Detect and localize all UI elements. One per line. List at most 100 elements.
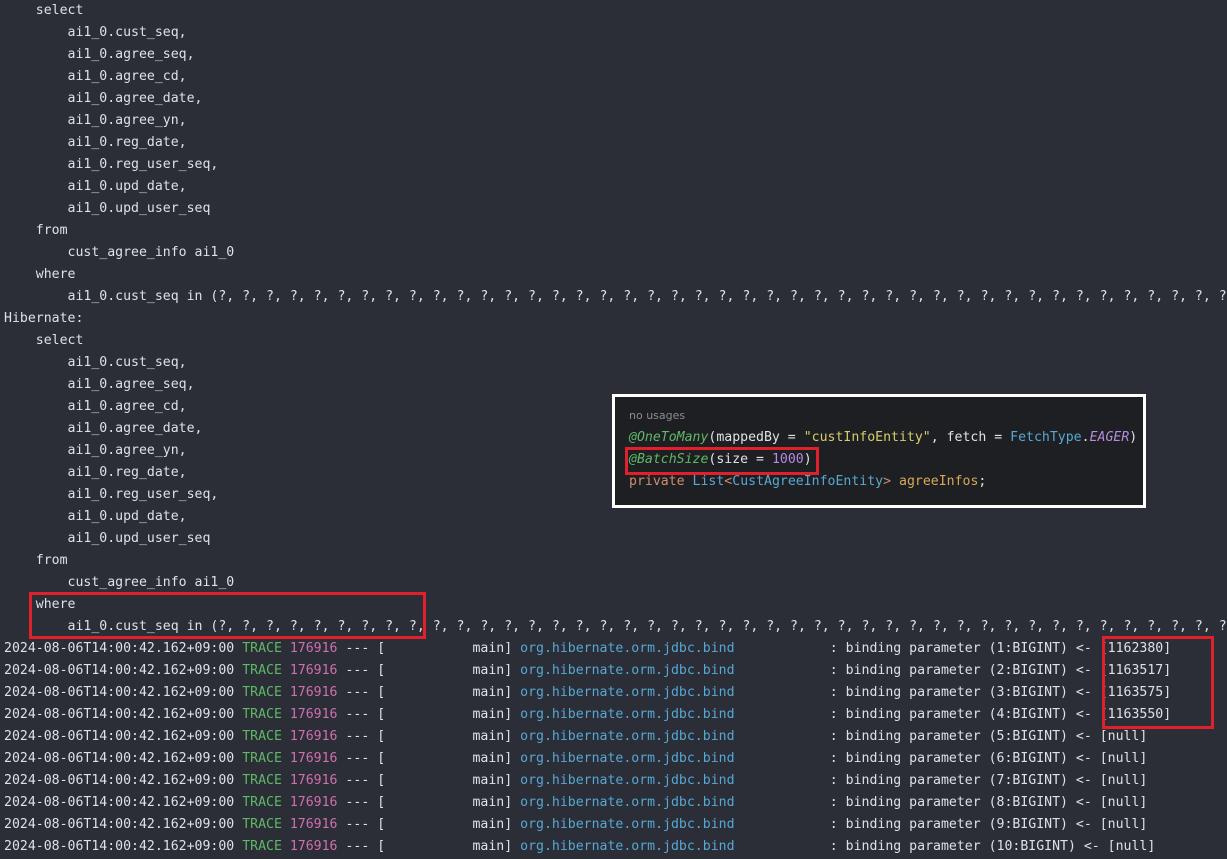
- logger-name: org.hibernate.orm.jdbc.bind: [520, 795, 735, 810]
- sql-line: cust_agree_info ai1_0: [4, 245, 235, 260]
- timestamp: 2024-08-06T14:00:42.162+09:00: [4, 729, 235, 744]
- fetch-type-class: FetchType: [1010, 430, 1082, 445]
- sql-line: ai1_0.reg_date,: [4, 135, 187, 150]
- timestamp: 2024-08-06T14:00:42.162+09:00: [4, 773, 235, 788]
- generic-close: >: [883, 474, 899, 489]
- log-level: TRACE: [242, 729, 282, 744]
- log-line: 2024-08-06T14:00:42.162+09:00 TRACE 1769…: [4, 792, 1227, 814]
- field-name: agreeInfos: [899, 474, 979, 489]
- process-id: 176916: [289, 773, 338, 788]
- list-type: List: [692, 474, 725, 489]
- log-line: 2024-08-06T14:00:42.162+09:00 TRACE 1769…: [4, 726, 1227, 748]
- sql-line: ai1_0.reg_user_seq,: [4, 157, 219, 172]
- annotation-args: (mappedBy =: [708, 430, 804, 445]
- process-id: 176916: [289, 663, 338, 678]
- sql-line: ai1_0.upd_user_seq: [4, 201, 211, 216]
- process-id: 176916: [289, 839, 338, 854]
- timestamp: 2024-08-06T14:00:42.162+09:00: [4, 839, 235, 854]
- sql-line: ai1_0.agree_seq,: [4, 47, 195, 62]
- logger-name: org.hibernate.orm.jdbc.bind: [520, 729, 735, 744]
- log-level: TRACE: [242, 685, 282, 700]
- private-keyword: private: [629, 474, 693, 489]
- logger-name: org.hibernate.orm.jdbc.bind: [520, 685, 735, 700]
- annotation-name: @OneToMany: [629, 430, 709, 445]
- usage-hint: no usages: [629, 409, 686, 422]
- timestamp: 2024-08-06T14:00:42.162+09:00: [4, 685, 235, 700]
- log-level: TRACE: [242, 663, 282, 678]
- log-line: 2024-08-06T14:00:42.162+09:00 TRACE 1769…: [4, 748, 1227, 770]
- sql-line: where: [4, 267, 76, 282]
- sql-line: ai1_0.upd_date,: [4, 509, 187, 524]
- onetomany-annotation-line: @OneToMany(mappedBy = "custInfoEntity", …: [629, 427, 1137, 449]
- sql-line: ai1_0.upd_user_seq: [4, 531, 211, 546]
- process-id: 176916: [289, 729, 338, 744]
- timestamp: 2024-08-06T14:00:42.162+09:00: [4, 751, 235, 766]
- fetch-type-value: EAGER: [1089, 430, 1130, 445]
- log-line: 2024-08-06T14:00:42.162+09:00 TRACE 1769…: [4, 836, 1227, 858]
- process-id: 176916: [289, 817, 338, 832]
- log-message: : binding parameter (10:BIGINT) <- [null…: [734, 839, 1156, 854]
- log-message: : binding parameter (6:BIGINT) <- [null]: [734, 751, 1148, 766]
- log-line: 2024-08-06T14:00:42.162+09:00 TRACE 1769…: [4, 770, 1227, 792]
- timestamp: 2024-08-06T14:00:42.162+09:00: [4, 663, 235, 678]
- thread-name: --- [ main]: [345, 795, 513, 810]
- sql-line: from: [4, 553, 68, 568]
- annotation-args: , fetch =: [930, 430, 1011, 445]
- timestamp: 2024-08-06T14:00:42.162+09:00: [4, 641, 235, 656]
- logger-name: org.hibernate.orm.jdbc.bind: [520, 751, 735, 766]
- log-block: 2024-08-06T14:00:42.162+09:00 TRACE 1769…: [4, 638, 1227, 858]
- log-message: : binding parameter (9:BIGINT) <- [null]: [734, 817, 1148, 832]
- thread-name: --- [ main]: [345, 729, 513, 744]
- log-level: TRACE: [242, 795, 282, 810]
- sql-line: ai1_0.cust_seq,: [4, 25, 187, 40]
- sql-line: Hibernate:: [4, 311, 84, 326]
- log-message: : binding parameter (8:BIGINT) <- [null]: [734, 795, 1148, 810]
- sql-line: ai1_0.cust_seq,: [4, 355, 187, 370]
- sql-line: ai1_0.agree_cd,: [4, 69, 187, 84]
- timestamp: 2024-08-06T14:00:42.162+09:00: [4, 817, 235, 832]
- sql-line: ai1_0.cust_seq in (?, ?, ?, ?, ?, ?, ?, …: [4, 289, 1227, 304]
- log-level: TRACE: [242, 751, 282, 766]
- log-level: TRACE: [242, 707, 282, 722]
- thread-name: --- [ main]: [345, 663, 513, 678]
- thread-name: --- [ main]: [345, 839, 513, 854]
- log-line: 2024-08-06T14:00:42.162+09:00 TRACE 1769…: [4, 660, 1227, 682]
- sql-line: select: [4, 333, 84, 348]
- mapped-by-value: "custInfoEntity": [803, 430, 931, 445]
- thread-name: --- [ main]: [345, 751, 513, 766]
- process-id: 176916: [289, 795, 338, 810]
- log-message: : binding parameter (7:BIGINT) <- [null]: [734, 773, 1148, 788]
- log-level: TRACE: [242, 773, 282, 788]
- log-line: 2024-08-06T14:00:42.162+09:00 TRACE 1769…: [4, 814, 1227, 836]
- log-line: 2024-08-06T14:00:42.162+09:00 TRACE 1769…: [4, 682, 1227, 704]
- sql-line: ai1_0.agree_yn,: [4, 113, 187, 128]
- log-line: 2024-08-06T14:00:42.162+09:00 TRACE 1769…: [4, 638, 1227, 660]
- logger-name: org.hibernate.orm.jdbc.bind: [520, 641, 735, 656]
- logger-name: org.hibernate.orm.jdbc.bind: [520, 773, 735, 788]
- logger-name: org.hibernate.orm.jdbc.bind: [520, 839, 735, 854]
- semicolon: ;: [978, 474, 987, 489]
- log-line: 2024-08-06T14:00:42.162+09:00 TRACE 1769…: [4, 704, 1227, 726]
- bound-values-highlight-box: [1102, 636, 1214, 729]
- log-level: TRACE: [242, 641, 282, 656]
- entity-type: CustAgreeInfoEntity: [732, 474, 884, 489]
- logger-name: org.hibernate.orm.jdbc.bind: [520, 663, 735, 678]
- thread-name: --- [ main]: [345, 773, 513, 788]
- process-id: 176916: [289, 685, 338, 700]
- logger-name: org.hibernate.orm.jdbc.bind: [520, 707, 735, 722]
- sql-line: from: [4, 223, 68, 238]
- thread-name: --- [ main]: [345, 707, 513, 722]
- process-id: 176916: [289, 641, 338, 656]
- close-paren: ): [1129, 430, 1138, 445]
- log-level: TRACE: [242, 839, 282, 854]
- sql-line: ai1_0.upd_date,: [4, 179, 187, 194]
- sql-line: ai1_0.agree_seq,: [4, 377, 195, 392]
- thread-name: --- [ main]: [345, 817, 513, 832]
- process-id: 176916: [289, 707, 338, 722]
- timestamp: 2024-08-06T14:00:42.162+09:00: [4, 795, 235, 810]
- thread-name: --- [ main]: [345, 685, 513, 700]
- dot: .: [1081, 430, 1090, 445]
- where-clause-highlight-box: [29, 592, 426, 639]
- logger-name: org.hibernate.orm.jdbc.bind: [520, 817, 735, 832]
- log-level: TRACE: [242, 817, 282, 832]
